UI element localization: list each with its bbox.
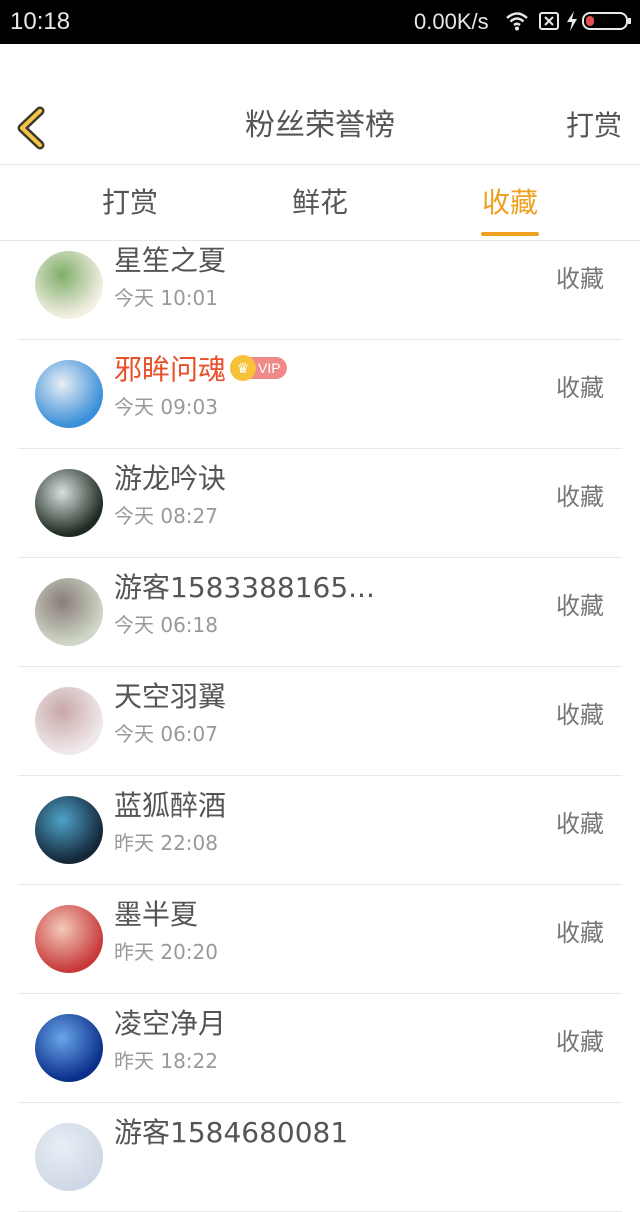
list-item[interactable]: 天空羽翼今天 06:07 收藏 [18, 667, 622, 776]
avatar[interactable] [35, 905, 103, 973]
list-item[interactable]: 游龙吟诀今天 08:27 收藏 [18, 449, 622, 558]
timestamp: 昨天 22:08 [114, 831, 218, 855]
timestamp: 今天 10:01 [114, 286, 218, 310]
vip-label: VIP [258, 360, 281, 376]
list-item[interactable]: 蓝狐醉酒昨天 22:08 收藏 [18, 776, 622, 885]
sim-icon [539, 12, 559, 30]
list-item[interactable]: 星笙之夏今天 10:01 收藏 [18, 231, 622, 340]
user-name-text: 凌空净月 [114, 1007, 227, 1040]
user-name: 游龙吟诀 [114, 459, 226, 499]
user-name: 蓝狐醉酒 [114, 786, 226, 826]
battery-icon [582, 12, 631, 30]
user-name: 星笙之夏 [114, 241, 226, 281]
user-name: 游客1584680081 [114, 1113, 348, 1153]
avatar[interactable] [35, 360, 103, 428]
user-name-text: 蓝狐醉酒 [114, 789, 227, 822]
action-label: 收藏 [556, 701, 604, 729]
user-name: 墨半夏 [114, 895, 198, 935]
charging-icon [567, 11, 577, 31]
avatar[interactable] [35, 578, 103, 646]
avatar[interactable] [35, 1014, 103, 1082]
avatar[interactable] [35, 469, 103, 537]
tab-reward[interactable]: 打赏 [70, 165, 190, 240]
user-name-text: 邪眸问魂 [114, 353, 227, 386]
user-name: 凌空净月 [114, 1004, 226, 1044]
action-label: 收藏 [556, 1028, 604, 1056]
status-bar: 10:18 0.00K/s [0, 0, 640, 44]
timestamp: 今天 09:03 [114, 395, 218, 419]
tab-bar: 打赏 鲜花 收藏 [0, 165, 640, 241]
user-name-text: 游龙吟诀 [114, 462, 227, 495]
timestamp: 昨天 18:22 [114, 1049, 218, 1073]
list-item[interactable]: 游客1584680081 [18, 1103, 622, 1212]
avatar[interactable] [35, 1123, 103, 1191]
list-item[interactable]: 墨半夏昨天 20:20 收藏 [18, 885, 622, 994]
action-label: 收藏 [556, 592, 604, 620]
network-speed: 0.00K/s [414, 9, 489, 34]
status-time: 10:18 [10, 8, 71, 35]
list-item[interactable]: 邪眸问魂 ♛ VIP 今天 09:03 收藏 [18, 340, 622, 449]
timestamp: 今天 06:07 [114, 722, 218, 746]
fan-list: 星笙之夏 今天 10:01 收藏 邪眸问魂 ♛ VIP 今天 09:03 收藏 游龙吟诀 今天 0… [0, 241, 640, 1212]
action-label: 收藏 [556, 374, 604, 402]
avatar[interactable] [35, 796, 103, 864]
vip-badge: ♛ VIP [230, 355, 287, 381]
tab-flowers[interactable]: 鲜花 [260, 165, 380, 240]
page-title: 粉丝荣誉榜 [245, 108, 395, 143]
user-name-text: 游客1584680081 [114, 1116, 349, 1149]
user-name: 游客1583388165... [114, 568, 375, 608]
timestamp: 今天 08:27 [114, 504, 218, 528]
user-name: 邪眸问魂 ♛ VIP [114, 350, 287, 390]
wifi-icon [506, 12, 528, 31]
user-name-text: 星笙之夏 [114, 244, 227, 277]
action-label: 收藏 [556, 919, 604, 947]
user-name-text: 天空羽翼 [114, 680, 227, 713]
tab-label: 鲜花 [291, 186, 348, 219]
avatar[interactable] [35, 687, 103, 755]
app-header: 粉丝荣誉榜 打赏 [0, 44, 640, 165]
action-label: 收藏 [556, 483, 604, 511]
timestamp: 昨天 20:20 [114, 940, 218, 964]
user-name-text: 墨半夏 [114, 898, 199, 931]
crown-icon: ♛ [230, 355, 257, 381]
timestamp: 今天 06:18 [114, 613, 218, 637]
action-label: 收藏 [556, 810, 604, 838]
user-name: 天空羽翼 [114, 677, 226, 717]
user-name-text: 游客1583388165... [114, 571, 375, 604]
action-label: 收藏 [556, 265, 604, 293]
reward-button[interactable]: 打赏 [566, 106, 622, 146]
tab-favorites[interactable]: 收藏 [450, 165, 570, 240]
avatar[interactable] [35, 251, 103, 319]
list-item[interactable]: 游客1583388165... 今天 06:18 收藏 [18, 558, 622, 667]
tab-label: 收藏 [481, 186, 538, 219]
list-item[interactable]: 凌空净月昨天 18:22 收藏 [18, 994, 622, 1103]
tab-label: 打赏 [101, 186, 158, 219]
